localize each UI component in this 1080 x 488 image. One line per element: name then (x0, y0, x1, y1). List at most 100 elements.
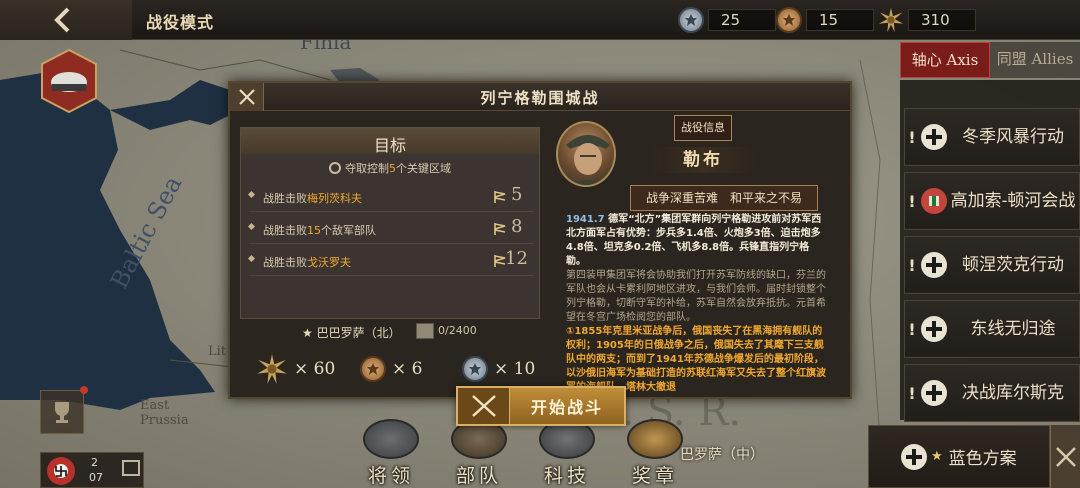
plan-blue-button[interactable]: ★ 蓝色方案 (868, 425, 1050, 488)
campaign-label: 顿涅茨克行动 (962, 254, 1064, 275)
campaign-label: 高加索-顿河会战 (950, 190, 1076, 211)
silver-medal-icon (678, 7, 704, 33)
objective-count: 12 (505, 248, 528, 269)
objectives-subtitle-pre: 夺取控制 (345, 162, 389, 175)
campaign-list: ! 冬季风暴行动 ! 高加索-顿河会战 ! 顿涅茨克行动 ! 东线无归途 ! 决… (900, 80, 1080, 422)
objective-count: 5 (511, 184, 523, 205)
story-p1-text: 德军“北方”集团军群向列宁格勒进攻前对苏军西北方面军占有优势：步兵多1.4倍、火… (566, 214, 822, 267)
reward-gold-star: × 60 (256, 349, 335, 389)
start-battle-label: 开始战斗 (530, 398, 603, 417)
trophy-icon (55, 402, 69, 423)
general-motto: 战争深重苦难 和平来之不易 (630, 185, 818, 211)
bullet-icon (247, 190, 256, 199)
plan-label: 蓝色方案 (948, 449, 1017, 469)
dialog-title: 列宁格勒围城战 (480, 89, 600, 107)
alert-icon: ! (908, 383, 916, 403)
iron-cross-icon (901, 443, 927, 470)
campaign-item-winter-storm[interactable]: ! 冬季风暴行动 (904, 108, 1080, 166)
bullet-icon (247, 254, 256, 263)
objective-highlight: 戈沃罗夫 (307, 256, 351, 269)
campaign-label: 东线无归途 (970, 318, 1056, 339)
dialog-header: 列宁格勒围城战 (230, 83, 850, 111)
swastika-emblem-icon (47, 457, 75, 485)
silver-medal-icon (462, 356, 488, 382)
gold-star-icon (256, 353, 288, 385)
currency-silver-value: 25 (708, 9, 776, 31)
story-paragraph-1: 1941.7 德军“北方”集团军群向列宁格勒进攻前对苏军西北方面军占有优势：步兵… (566, 213, 828, 269)
iron-cross-icon (921, 380, 947, 406)
reward-silver-medal: × 10 (462, 349, 535, 389)
iron-cross-icon (921, 124, 947, 150)
objectives-header: 目标 (241, 128, 539, 155)
alert-icon: ! (908, 255, 916, 275)
objectives-panel: 目标 夺取控制5个关键区域 战胜击败梅列茨科夫 5 战胜击败15个敌军部队 8 … (240, 127, 540, 319)
story-paragraph-2: 第四装甲集团军将会协助我们打开苏军防线的缺口，芬兰的军队也会从卡累利阿地区进攻，… (566, 270, 826, 323)
bullet-icon (247, 222, 256, 231)
map-label-prussia: East Prussia (140, 398, 189, 428)
menu-tech-label: 科技 (543, 465, 590, 487)
campaign-info-button[interactable]: 战役信息 (674, 115, 732, 141)
menu-troops-label: 部队 (455, 465, 502, 487)
medal-icon (627, 419, 683, 459)
objective-text: 战胜击败梅列茨科夫 (263, 190, 362, 206)
menu-medals-label: 奖章 (631, 465, 678, 487)
reward-amount: × 6 (392, 359, 423, 379)
turn-max: 07 (89, 471, 103, 484)
objective-row: 战胜击败梅列茨科夫 5 (247, 184, 533, 212)
objective-text: 战胜击败15个敌军部队 (263, 222, 376, 238)
story-year: 1941.7 (566, 214, 605, 225)
story-paragraph-3: ①1855年克里米亚战争后，俄国丧失了在黑海拥有舰队的权利；1905年的日俄战争… (566, 326, 826, 393)
currency-bronze-medal: 15 (776, 7, 874, 33)
notification-dot (80, 386, 88, 394)
campaign-label: 冬季风暴行动 (962, 126, 1064, 147)
general-portrait[interactable] (556, 121, 616, 187)
campaign-item-caucasus-don[interactable]: ! 高加索-顿河会战 (904, 172, 1080, 230)
flag-icon (494, 223, 506, 235)
crossed-rifles-icon (458, 388, 510, 424)
general-cap-icon (363, 419, 419, 459)
objectives-subtitle-post: 个关键区域 (396, 162, 451, 175)
bronze-medal-icon (360, 356, 386, 382)
target-icon (329, 162, 341, 174)
map-region-label: 巴罗萨（中） (680, 447, 764, 463)
objective-post: 个敌军部队 (321, 224, 376, 237)
menu-generals-label: 将领 (367, 465, 414, 487)
trophy-button[interactable] (40, 390, 84, 434)
alert-icon: ! (908, 319, 916, 339)
alert-icon: ! (908, 127, 916, 147)
tab-axis[interactable]: 轴心 Axis (900, 42, 990, 78)
reward-amount: × 60 (294, 359, 336, 379)
objectives-title: 目标 (373, 136, 406, 155)
campaign-item-donets[interactable]: ! 顿涅茨克行动 (904, 236, 1080, 294)
objectives-subtitle-num: 5 (389, 162, 396, 175)
turn-current: 2 (91, 456, 98, 469)
save-icon[interactable] (122, 460, 140, 476)
menu-generals-button[interactable]: 将领 (356, 410, 426, 488)
reward-region-label: ★ 巴巴罗萨（北） (302, 326, 401, 340)
reward-bronze-medal: × 6 (360, 349, 422, 389)
campaign-item-no-return[interactable]: ! 东线无归途 (904, 300, 1080, 358)
currency-bronze-value: 15 (806, 9, 874, 31)
faction-tabs: 轴心 Axis 同盟 Allies (900, 42, 1080, 78)
tab-allies[interactable]: 同盟 Allies (990, 42, 1080, 78)
top-bar: 战役模式 25 15 310 (0, 0, 1080, 40)
gold-star-icon (878, 7, 904, 33)
bronze-medal-icon (776, 7, 802, 33)
back-button[interactable] (0, 0, 132, 40)
campaign-story[interactable]: 1941.7 德军“北方”集团军群向列宁格勒进攻前对苏军西北方面军占有优势：步兵… (566, 213, 828, 397)
battle-dialog: 列宁格勒围城战 目标 夺取控制5个关键区域 战胜击败梅列茨科夫 5 战胜击败15… (228, 81, 852, 399)
chevron-left-icon (54, 7, 70, 33)
objective-highlight: 15 (307, 224, 321, 237)
objective-count: 8 (511, 216, 523, 237)
currency-gold-star: 310 (878, 7, 976, 33)
reward-amount: × 10 (494, 359, 536, 379)
supplies-crate-icon (416, 323, 434, 339)
alert-icon: ! (908, 191, 916, 211)
start-battle-button[interactable]: 开始战斗 (456, 386, 626, 426)
objective-row: 战胜击败戈沃罗夫 12 (247, 248, 533, 276)
close-plan-button[interactable] (1050, 425, 1080, 488)
objective-pre: 战胜击败 (263, 224, 307, 237)
campaign-item-kursk[interactable]: ! 决战库尔斯克 (904, 364, 1080, 422)
officer-badge-icon[interactable] (38, 48, 100, 114)
star-icon: ★ (931, 449, 943, 464)
